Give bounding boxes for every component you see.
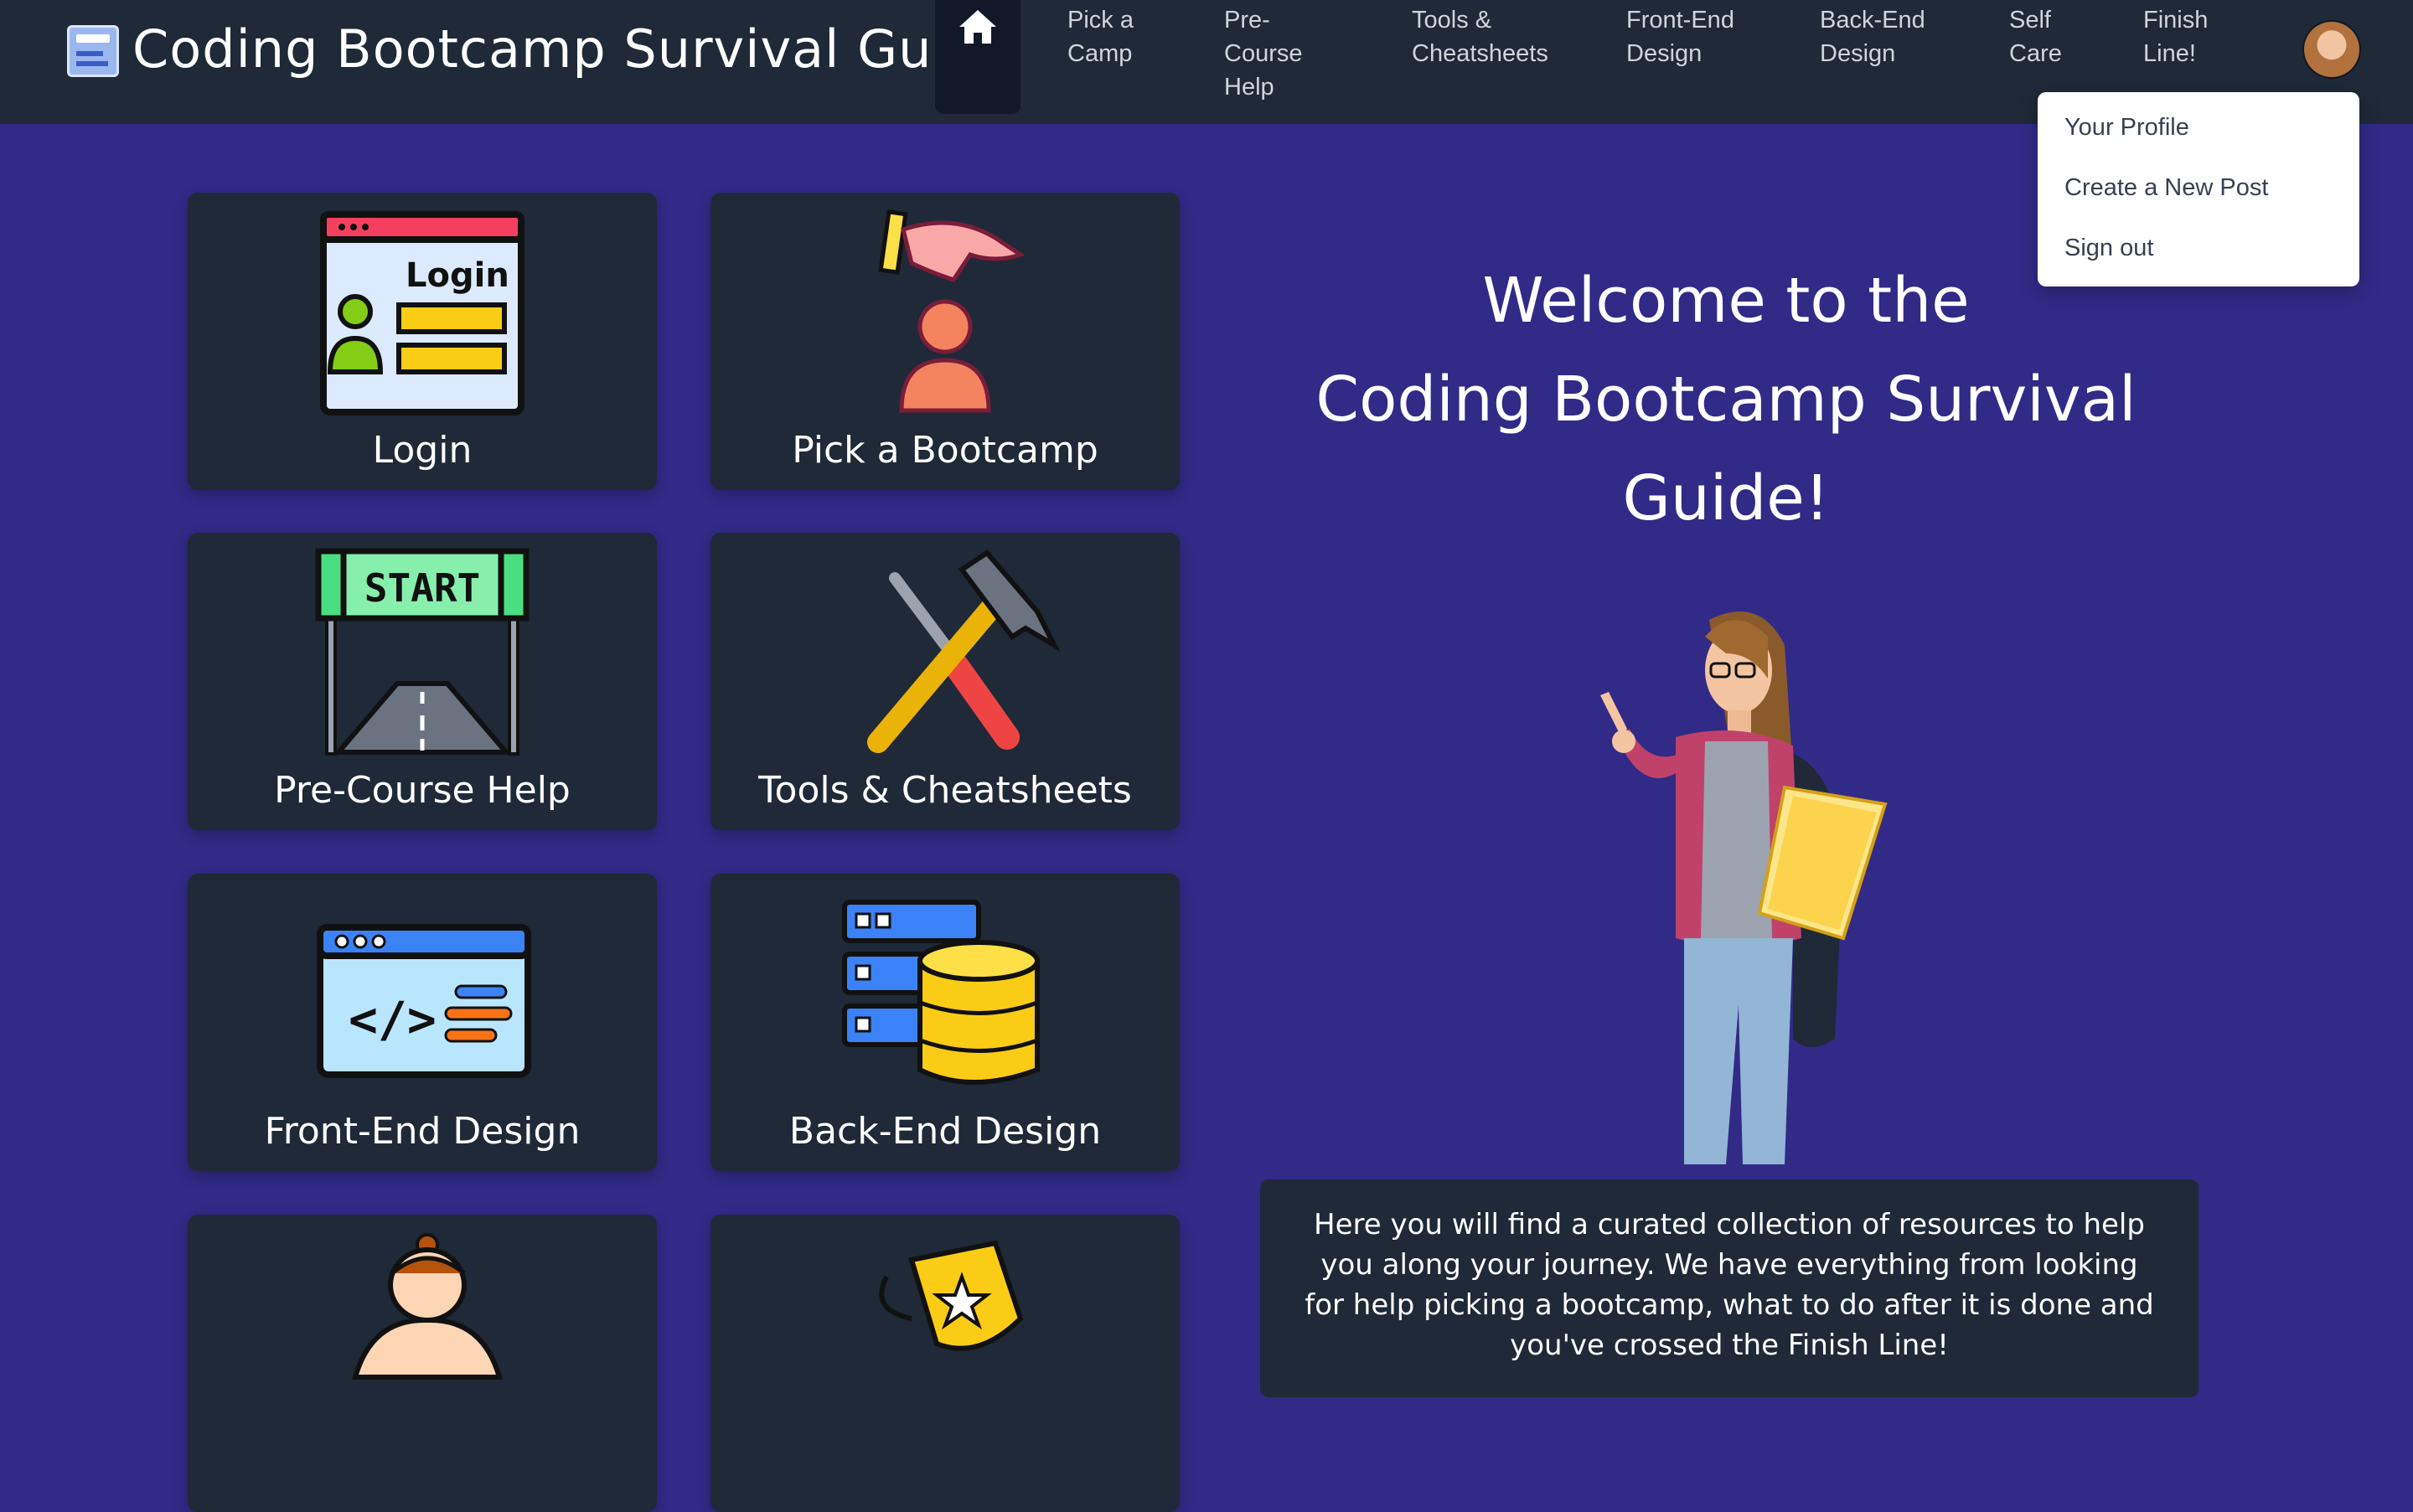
user-avatar[interactable] [2304, 22, 2359, 77]
home-icon [959, 10, 996, 44]
card-label: Login [372, 429, 473, 472]
code-window-icon: </> [317, 924, 531, 1078]
svg-text:</>: </> [349, 991, 437, 1048]
nav-pick-a-camp[interactable]: Pick a Camp [1067, 3, 1134, 70]
card-pre-course-help[interactable]: START Pre-Course Help [188, 533, 657, 830]
brand-title[interactable]: Coding Bootcamp Survival Guide [132, 18, 1014, 80]
nav-pre-course-help[interactable]: Pre- Course Help [1224, 3, 1303, 104]
card-tools-cheatsheets[interactable]: Tools & Cheatsheets [710, 533, 1180, 830]
card-back-end-design[interactable]: Back-End Design [710, 874, 1180, 1171]
menu-item-your-profile[interactable]: Your Profile [2064, 114, 2189, 142]
start-line-icon: START [315, 548, 530, 756]
nav-front-end-design[interactable]: Front-End Design [1626, 3, 1734, 70]
database-server-icon [842, 900, 1040, 1085]
card-self-care[interactable] [188, 1215, 657, 1512]
welcome-heading: Welcome to the Coding Bootcamp Survival … [1282, 251, 2170, 548]
student-illustration [1600, 612, 1888, 1164]
self-care-icon [352, 1233, 503, 1380]
guide-logo-icon[interactable] [67, 25, 119, 77]
nav-tools-cheatsheets[interactable]: Tools & Cheatsheets [1412, 3, 1548, 70]
svg-text:Login: Login [406, 256, 509, 295]
welcome-line: Guide! [1622, 462, 1830, 534]
card-pick-a-bootcamp[interactable]: Pick a Bootcamp [710, 193, 1180, 490]
intro-text: Here you will find a curated collection … [1305, 1208, 2154, 1362]
welcome-line: Welcome to the [1482, 265, 1970, 337]
card-finish-line[interactable] [710, 1215, 1180, 1512]
svg-text:START: START [364, 565, 480, 611]
card-label: Front-End Design [264, 1110, 581, 1153]
card-label: Pick a Bootcamp [792, 429, 1098, 472]
card-front-end-design[interactable]: </> Front-End Design [188, 874, 657, 1171]
tools-icon [867, 550, 1061, 753]
card-label: Pre-Course Help [274, 769, 571, 812]
intro-panel: Here you will find a curated collection … [1260, 1179, 2199, 1397]
nav-finish-line[interactable]: Finish Line! [2143, 3, 2208, 70]
menu-item-create-post[interactable]: Create a New Post [2064, 174, 2268, 202]
trophy-icon [879, 1240, 1024, 1351]
card-label: Back-End Design [788, 1110, 1102, 1153]
pick-bootcamp-icon [878, 209, 1026, 413]
welcome-line: Coding Bootcamp Survival [1315, 364, 2137, 436]
card-label: Tools & Cheatsheets [758, 769, 1132, 812]
login-icon: Login [320, 211, 524, 415]
nav-home-button[interactable] [935, 0, 1020, 114]
nav-self-care[interactable]: Self Care [2009, 3, 2062, 70]
card-login[interactable]: Login Login [188, 193, 657, 490]
nav-back-end-design[interactable]: Back-End Design [1820, 3, 1925, 70]
